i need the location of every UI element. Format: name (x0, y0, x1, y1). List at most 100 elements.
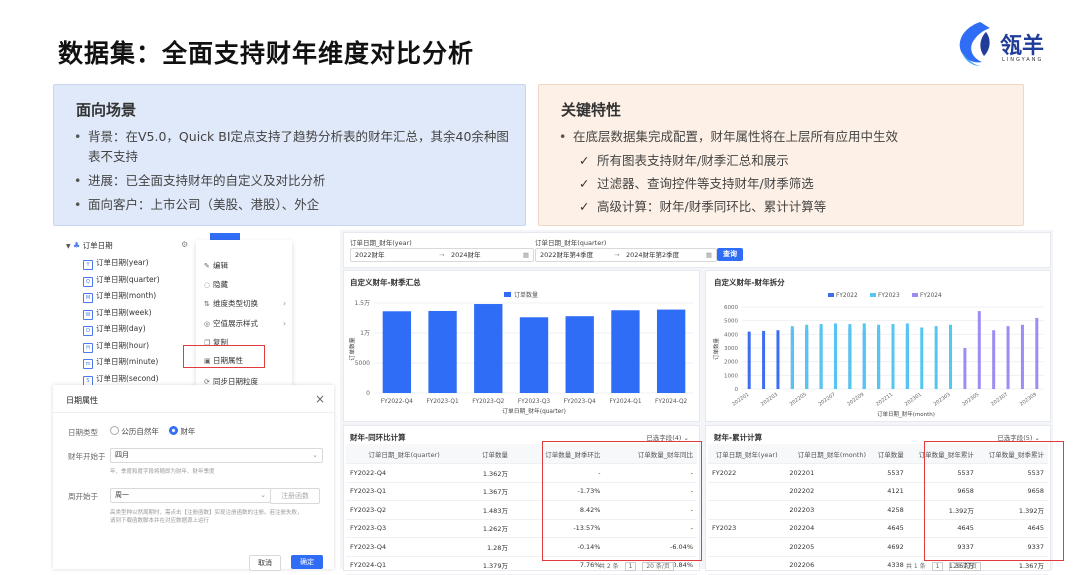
close-icon[interactable]: × (315, 392, 325, 406)
bar[interactable] (474, 304, 503, 393)
x-tick-label: 202305 (961, 392, 980, 408)
table-cell: FY2023-Q1 (346, 482, 463, 501)
confirm-button[interactable]: 确定 (291, 555, 323, 569)
bar[interactable] (833, 323, 837, 389)
menu-item[interactable]: ⇅ 维度类型切换 › (204, 296, 290, 311)
tree-field-item[interactable]: S 订单日期(second) (83, 372, 159, 386)
tree-root[interactable]: ▼ ♣ 订单日期 (66, 239, 113, 253)
menu-item-label: 空值展示样式 (213, 319, 258, 328)
register-function-button[interactable]: 注册函数 (270, 488, 320, 504)
date-field-icon: S (83, 375, 93, 386)
bar[interactable] (776, 330, 780, 389)
bar[interactable] (565, 316, 594, 393)
bar[interactable] (611, 310, 640, 393)
tree-field-item[interactable]: D 订单日期(day) (83, 322, 146, 336)
bar-chart: 订单数量 1.5万 1万 5000 0 FY2022-Q4 FY2023-Q1 FY2023-… (348, 291, 694, 415)
year-range-picker[interactable]: 2022财年 → 2024财年 ▦ (350, 248, 534, 262)
table-cell: FY2023-Q3 (346, 519, 463, 538)
radio-natural-year[interactable]: 公历自然年 (110, 426, 159, 437)
scenario-card: 面向场景 背景：在V5.0，Quick BI定点支持了趋势分析表的财年汇总，其余… (53, 84, 526, 226)
bar[interactable] (656, 309, 686, 393)
tree-field-item[interactable]: M 订单日期(month) (83, 289, 156, 303)
fiscal-hint: 年、季度和度字段将随即为财年、财年季度 (110, 469, 215, 475)
bar[interactable] (382, 311, 412, 393)
date-field-icon: D (83, 326, 93, 336)
week-start-select[interactable]: 周一 ⌄ (110, 488, 271, 503)
bar[interactable] (428, 310, 457, 393)
menu-item-label: 隐藏 (213, 280, 228, 289)
query-button[interactable]: 查询 (717, 248, 743, 261)
date-property-dialog: 日期属性 × 日期类型 公历自然年 财年 财年开始于 四月 ⌄ 年、季度和度字段… (53, 385, 334, 571)
query-label-year: 订单日期_财年(year) (350, 239, 412, 247)
bar[interactable] (747, 331, 751, 389)
bar[interactable] (920, 327, 924, 390)
bar[interactable] (762, 330, 766, 389)
table-cell: 202205 (785, 537, 871, 557)
bar[interactable] (819, 324, 823, 389)
highlight-box (924, 441, 1064, 561)
bar[interactable] (1006, 326, 1010, 389)
bar[interactable] (1020, 324, 1024, 389)
y-tick-label: 0 (735, 387, 739, 393)
table-title: 财年-累计计算 (714, 433, 763, 442)
date-field-icon: W (83, 309, 93, 320)
tree-field-item[interactable]: Q 订单日期(quarter) (83, 273, 160, 287)
feature-check-item: 高级计算：财年/财季同环比、累计计算等 (559, 197, 1007, 217)
quarter-range-picker[interactable]: 2022财年第4季度 → 2024财年第2季度 ▦ (535, 248, 717, 262)
bar[interactable] (891, 324, 895, 389)
tree-field-item[interactable]: m 订单日期(minute) (83, 355, 158, 369)
menu-item[interactable]: ◌ 隐藏 (204, 277, 290, 292)
bar[interactable] (934, 326, 938, 389)
radio-label: 财年 (180, 427, 196, 436)
tree-field-item[interactable]: H 订单日期(hour) (83, 339, 149, 353)
radio-fiscal-year[interactable]: 财年 (169, 426, 195, 437)
chevron-down-icon: ⌄ (260, 491, 266, 499)
bar[interactable] (877, 324, 881, 389)
menu-item[interactable]: ◎ 空值展示样式 › (204, 316, 290, 331)
bar[interactable] (992, 330, 996, 389)
bar[interactable] (790, 326, 794, 389)
hide-icon: ◌ (204, 281, 211, 289)
bar[interactable] (862, 323, 866, 389)
table-cell (708, 556, 786, 575)
y-tick-label: 5000 (355, 360, 370, 367)
column-header[interactable]: 订单数量 (870, 444, 908, 464)
column-header[interactable]: 订单日期_财年(quarter) (346, 444, 463, 464)
page-size-select[interactable]: 20 条/页 (642, 562, 674, 571)
bar[interactable] (805, 324, 809, 389)
tree-field-item[interactable]: W 订单日期(week) (83, 306, 152, 320)
x-tick-label: 202309 (1019, 392, 1038, 408)
bar[interactable] (977, 311, 981, 389)
fiscal-start-select[interactable]: 四月 ⌄ (110, 448, 323, 463)
date-type-label: 日期类型 (68, 428, 98, 437)
highlight-box (183, 345, 265, 368)
hierarchy-icon: ♣ (73, 241, 81, 250)
page-number[interactable]: 1 (624, 562, 637, 571)
page-size-select[interactable]: 20 条/页 (949, 562, 981, 571)
x-tick-label: FY2023-Q4 (564, 399, 596, 405)
gear-icon[interactable]: ⚙ (181, 240, 188, 249)
legend-label: 订单数量 (514, 291, 538, 299)
feature-check-item: 过滤器、查询控件等支持财年/财季筛选 (559, 174, 1007, 194)
legend-swatch (828, 293, 834, 297)
menu-item[interactable]: ✎ 编辑 (204, 258, 290, 273)
column-header[interactable]: 订单数量 (462, 444, 512, 464)
page-number[interactable]: 1 (931, 562, 944, 571)
column-header[interactable]: 订单日期_财年(year) (708, 444, 786, 464)
tree-field-item[interactable]: Y 订单日期(year) (83, 256, 149, 270)
null-style-icon: ◎ (204, 320, 211, 328)
query-bar: 订单日期_财年(year) 2022财年 → 2024财年 ▦ 订单日期_财年(… (343, 232, 1051, 268)
chevron-right-icon: › (283, 319, 286, 328)
bar[interactable] (905, 323, 909, 389)
column-header[interactable]: 订单日期_财年(month) (785, 444, 871, 464)
group-chart-panel: 自定义财年-财年拆分 FY2022 FY2023 FY2024 6000 5000 400… (705, 270, 1051, 422)
bar[interactable] (963, 348, 967, 389)
bar[interactable] (519, 317, 549, 393)
bar[interactable] (949, 324, 953, 389)
bar[interactable] (1035, 317, 1039, 389)
y-tick-label: 1.5万 (354, 300, 370, 307)
table-cell: 4258 (870, 500, 908, 520)
legend-label: FY2022 (836, 293, 858, 299)
bar[interactable] (848, 324, 852, 389)
y-tick-label: 3000 (724, 346, 738, 352)
